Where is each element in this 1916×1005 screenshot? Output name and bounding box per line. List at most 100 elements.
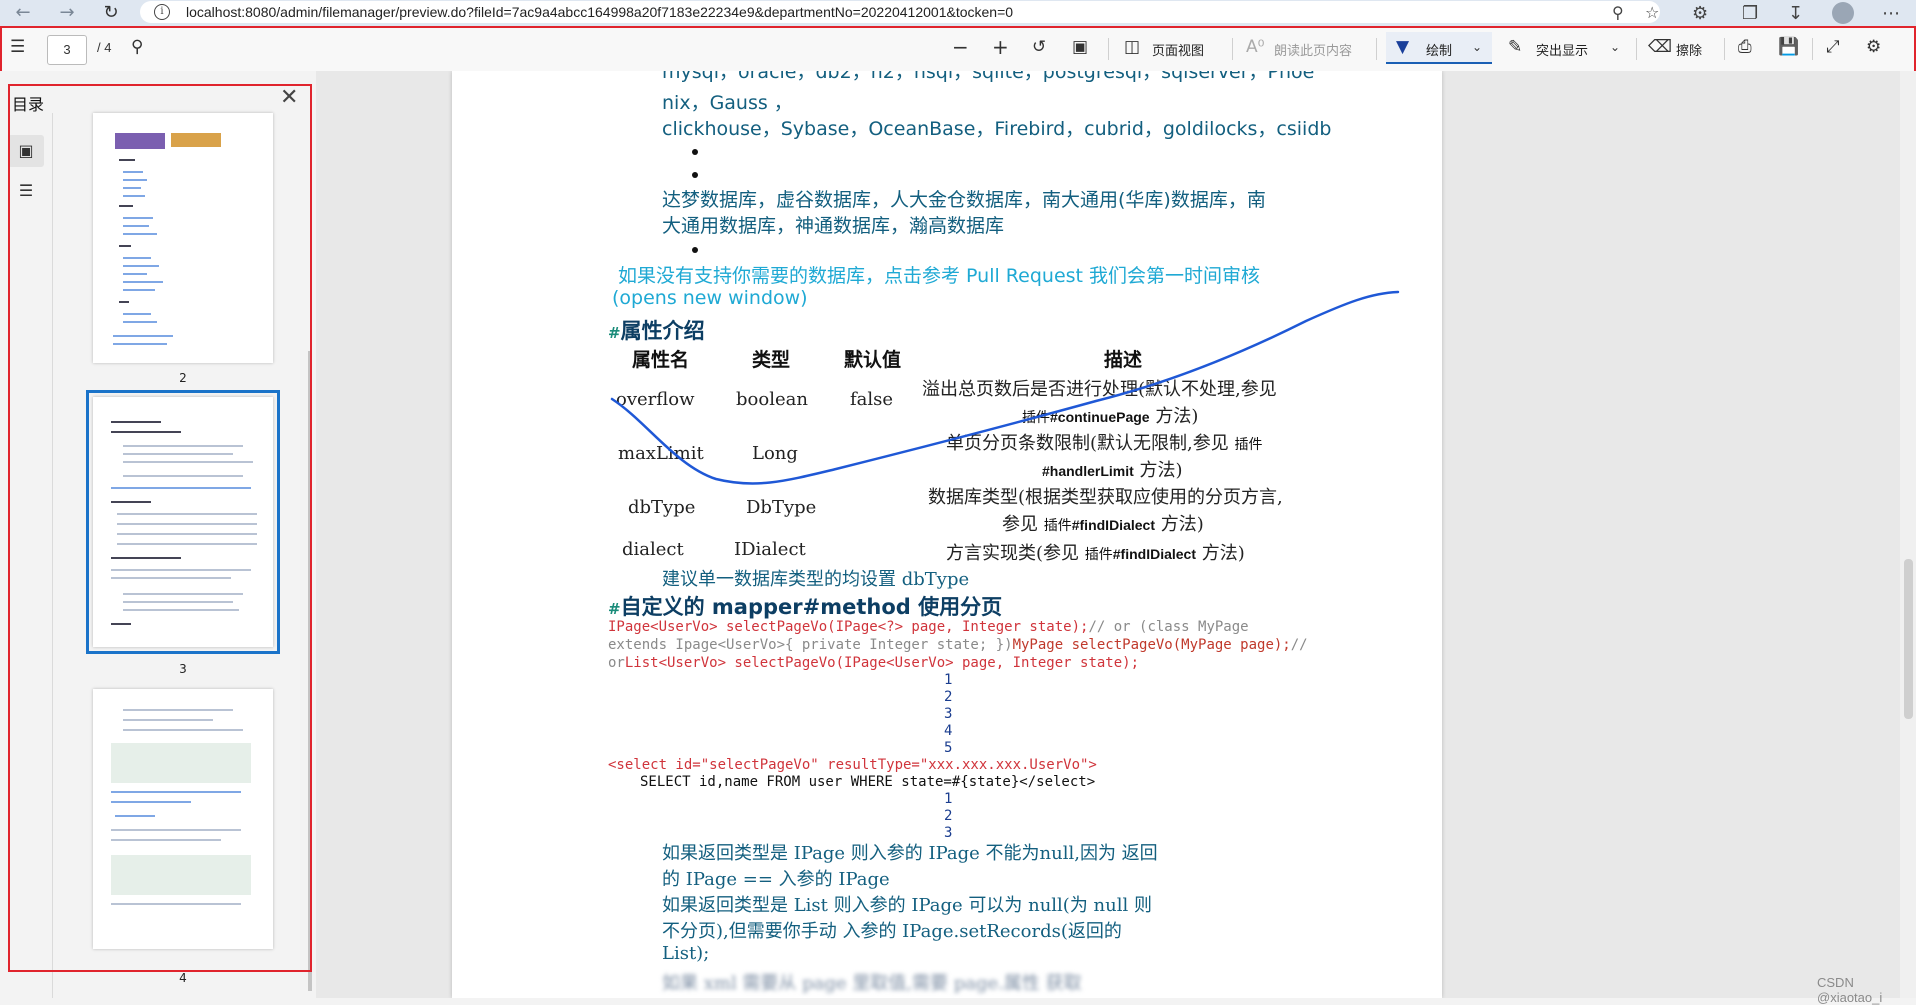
- outline-tab-icon[interactable]: ☰: [8, 175, 44, 207]
- read-aloud-button: 朗读此页内容: [1274, 44, 1353, 59]
- thumbnail-page-2[interactable]: [93, 113, 273, 363]
- sidebar-scrollbar[interactable]: [308, 351, 312, 991]
- refresh-icon[interactable]: ↻: [100, 2, 122, 24]
- rotate-icon[interactable]: ↺: [1032, 37, 1046, 57]
- info-icon[interactable]: i: [154, 4, 170, 20]
- settings-gear-icon[interactable]: ⚙: [1866, 37, 1881, 57]
- eraser-icon[interactable]: ⌫: [1648, 37, 1672, 57]
- close-icon[interactable]: ✕: [280, 85, 298, 110]
- table-cell: overflow: [616, 389, 695, 410]
- section-heading: #属性介绍: [608, 315, 705, 345]
- db-list-line: clickhouse，Sybase，OceanBase，Firebird，cub…: [662, 118, 1332, 140]
- download-icon[interactable]: ↧: [1788, 3, 1803, 24]
- line-number: 2: [944, 808, 953, 824]
- thumbnail-label: 3: [179, 662, 187, 676]
- support-link[interactable]: (opens new window): [612, 287, 808, 309]
- heading-text: 属性介绍: [620, 319, 705, 343]
- table-cell: IDialect: [734, 539, 806, 560]
- page-view-button[interactable]: 页面视图: [1152, 40, 1204, 59]
- url-text[interactable]: localhost:8080/admin/filemanager/preview…: [186, 4, 1013, 20]
- db-list-line: nix，Gauss ，: [662, 92, 793, 114]
- table-header: 属性名: [632, 349, 690, 371]
- fullscreen-icon[interactable]: ⤢: [1826, 37, 1840, 57]
- section-heading: #自定义的 mapper#method 使用分页: [608, 591, 1002, 621]
- toolbar-divider: [1724, 38, 1725, 60]
- page-view-icon[interactable]: ◫: [1124, 37, 1140, 57]
- fit-page-icon[interactable]: ▣: [1072, 37, 1088, 57]
- table-header: 描述: [1104, 349, 1143, 371]
- heading-hash: #: [608, 324, 621, 342]
- sidebar-title: 目录: [12, 95, 45, 114]
- toolbar-divider: [1376, 38, 1377, 60]
- list-bullet: [692, 149, 698, 155]
- paragraph-line: 的 IPage == 入参的 IPage: [662, 869, 890, 890]
- paragraph-line: 如果返回类型是 List 则入参的 IPage 可以为 null(为 null …: [662, 895, 1152, 916]
- db-list-line: 达梦数据库，虚谷数据库，人大金仓数据库，南大通用(华库)数据库，南: [662, 189, 1266, 211]
- favorite-icon[interactable]: ☆: [1645, 3, 1659, 22]
- back-icon[interactable]: ←: [12, 2, 34, 24]
- highlight-button[interactable]: 突出显示: [1536, 40, 1588, 59]
- avatar[interactable]: [1832, 2, 1854, 24]
- thumbnails-tab-icon[interactable]: ▣: [8, 135, 44, 167]
- search-icon[interactable]: ⚲: [131, 37, 143, 57]
- table-header: 默认值: [844, 349, 902, 371]
- table-cell: 溢出总页数后是否进行处理(默认不处理,参见: [922, 379, 1277, 400]
- zoom-in-icon[interactable]: +: [992, 37, 1009, 57]
- toolbar-divider: [1636, 38, 1637, 60]
- db-list-line: mysql，oracle，db2，h2，hsql，sqlite，postgres…: [662, 71, 1315, 83]
- draw-button[interactable]: ▼ 绘制 ⌄: [1386, 32, 1492, 64]
- line-number: 5: [944, 740, 953, 756]
- heading-hash: #: [608, 600, 621, 618]
- collections-icon[interactable]: ❐: [1742, 3, 1758, 24]
- line-number: 4: [944, 723, 953, 739]
- code-line: IPage<UserVo> selectPageVo(IPage<?> page…: [608, 619, 1249, 635]
- chevron-down-icon[interactable]: ⌄: [1610, 37, 1620, 57]
- page-number-input[interactable]: 3: [47, 35, 87, 65]
- support-link[interactable]: 如果没有支持你需要的数据库，点击参考 Pull Request 我们会第一时间审…: [618, 261, 1260, 288]
- zoom-out-icon[interactable]: −: [952, 37, 969, 57]
- table-cell: 单页分页条数限制(默认无限制,参见 插件: [946, 433, 1263, 454]
- browser-address-bar: ← → ↻ i localhost:8080/admin/filemanager…: [0, 0, 1916, 26]
- table-cell: boolean: [736, 389, 808, 410]
- url-field[interactable]: i localhost:8080/admin/filemanager/previ…: [140, 1, 1660, 23]
- erase-button[interactable]: 擦除: [1676, 40, 1702, 59]
- thumbnail-list: 2 3 4: [52, 113, 308, 998]
- save-icon[interactable]: 💾: [1778, 37, 1799, 57]
- line-number: 3: [944, 706, 953, 722]
- chevron-down-icon[interactable]: ⌄: [1472, 37, 1482, 57]
- more-menu-icon[interactable]: ⋯: [1882, 3, 1900, 24]
- watermark: CSDN @xiaotao_i: [1817, 975, 1883, 1005]
- code-line: SELECT id,name FROM user WHERE state=#{s…: [640, 774, 1096, 790]
- db-list-line: 大通用数据库，神通数据库，瀚高数据库: [662, 215, 1005, 237]
- paragraph-line: 如果 xml 需要从 page 里取值,需要 page.属性 获取: [662, 973, 1082, 994]
- toolbar-divider: [1232, 38, 1233, 60]
- highlight-icon[interactable]: ✎: [1508, 37, 1522, 57]
- thumbnail-page-4[interactable]: [93, 689, 273, 949]
- toolbar-divider: [1108, 38, 1109, 60]
- table-cell: DbType: [746, 497, 817, 518]
- document-scrollbar-thumb[interactable]: [1904, 559, 1913, 719]
- toolbar-divider: [1812, 38, 1813, 60]
- contents-toggle-icon[interactable]: ☰: [10, 37, 25, 57]
- paragraph-line: 如果返回类型是 IPage 则入参的 IPage 不能为null,因为 返回: [662, 843, 1158, 864]
- extensions-icon[interactable]: ⚙: [1692, 3, 1708, 24]
- document-scrollbar[interactable]: [1900, 71, 1916, 998]
- line-number: 1: [944, 672, 953, 688]
- forward-icon[interactable]: →: [56, 2, 78, 24]
- list-bullet: [692, 247, 698, 253]
- line-number: 2: [944, 689, 953, 705]
- list-bullet: [692, 172, 698, 178]
- thumbnail-label: 4: [179, 971, 187, 985]
- contents-sidebar: 目录 ✕ ▣ ☰ 2 3 4: [0, 71, 317, 998]
- pdf-toolbar: ☰ 3 / 4 ⚲ − + ↺ ▣ ◫ 页面视图 A⁰ 朗读此页内容 ▼ 绘制 …: [0, 26, 1916, 72]
- draw-label: 绘制: [1426, 44, 1453, 59]
- read-aloud-icon: A⁰: [1246, 37, 1265, 57]
- table-cell: dbType: [628, 497, 696, 518]
- paragraph-line: 不分页),但需要你手动 入参的 IPage.setRecords(返回的: [662, 921, 1122, 942]
- pdf-page: mysql，oracle，db2，h2，hsql，sqlite，postgres…: [452, 71, 1442, 998]
- code-line: orList<UserVo> selectPageVo(IPage<UserVo…: [608, 655, 1140, 671]
- zoom-icon[interactable]: ⚲: [1612, 3, 1624, 22]
- draw-pen-icon: ▼: [1396, 37, 1410, 57]
- print-icon[interactable]: ⎙: [1738, 37, 1752, 57]
- thumbnail-page-3[interactable]: [86, 390, 280, 654]
